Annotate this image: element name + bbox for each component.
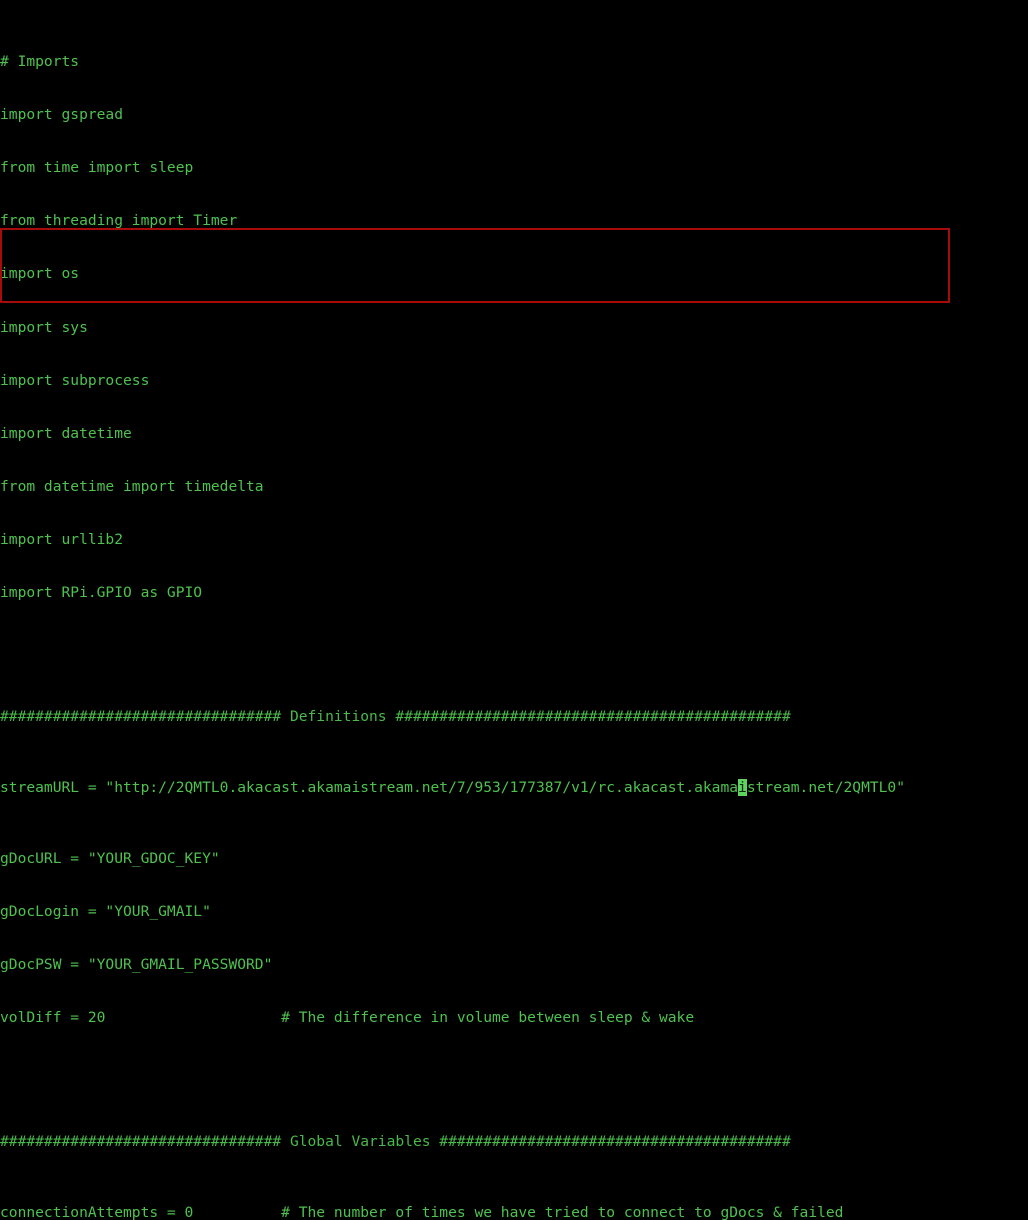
stream-url-suffix: stream.net/2QMTL0" <box>747 779 905 796</box>
code-line-blank <box>0 637 1028 655</box>
code-line: from threading import Timer <box>0 212 1028 230</box>
code-line-blank <box>0 1062 1028 1080</box>
section-header-definitions: ################################ Definit… <box>0 708 1028 726</box>
code-line: import RPi.GPIO as GPIO <box>0 584 1028 602</box>
code-line: volDiff = 20 # The difference in volume … <box>0 1009 1028 1027</box>
code-line: from time import sleep <box>0 159 1028 177</box>
code-line: from datetime import timedelta <box>0 478 1028 496</box>
code-line: import gspread <box>0 106 1028 124</box>
code-line: import subprocess <box>0 372 1028 390</box>
text-cursor: i <box>738 779 747 796</box>
code-line: import os <box>0 265 1028 283</box>
code-line: # Imports <box>0 53 1028 71</box>
code-line-stream-url: streamURL = "http://2QMTL0.akacast.akama… <box>0 779 1028 797</box>
code-line: connectionAttempts = 0 # The number of t… <box>0 1204 1028 1220</box>
code-line: gDocPSW = "YOUR_GMAIL_PASSWORD" <box>0 956 1028 974</box>
terminal-window[interactable]: # Imports import gspread from time impor… <box>0 0 1028 610</box>
code-line: import sys <box>0 319 1028 337</box>
code-line: gDocLogin = "YOUR_GMAIL" <box>0 903 1028 921</box>
code-line: gDocURL = "YOUR_GDOC_KEY" <box>0 850 1028 868</box>
code-line: import datetime <box>0 425 1028 443</box>
stream-url-prefix: streamURL = "http://2QMTL0.akacast.akama… <box>0 779 738 796</box>
section-header-global-variables: ################################ Global … <box>0 1133 1028 1151</box>
code-line: import urllib2 <box>0 531 1028 549</box>
code-editor-text[interactable]: # Imports import gspread from time impor… <box>0 0 1028 1220</box>
